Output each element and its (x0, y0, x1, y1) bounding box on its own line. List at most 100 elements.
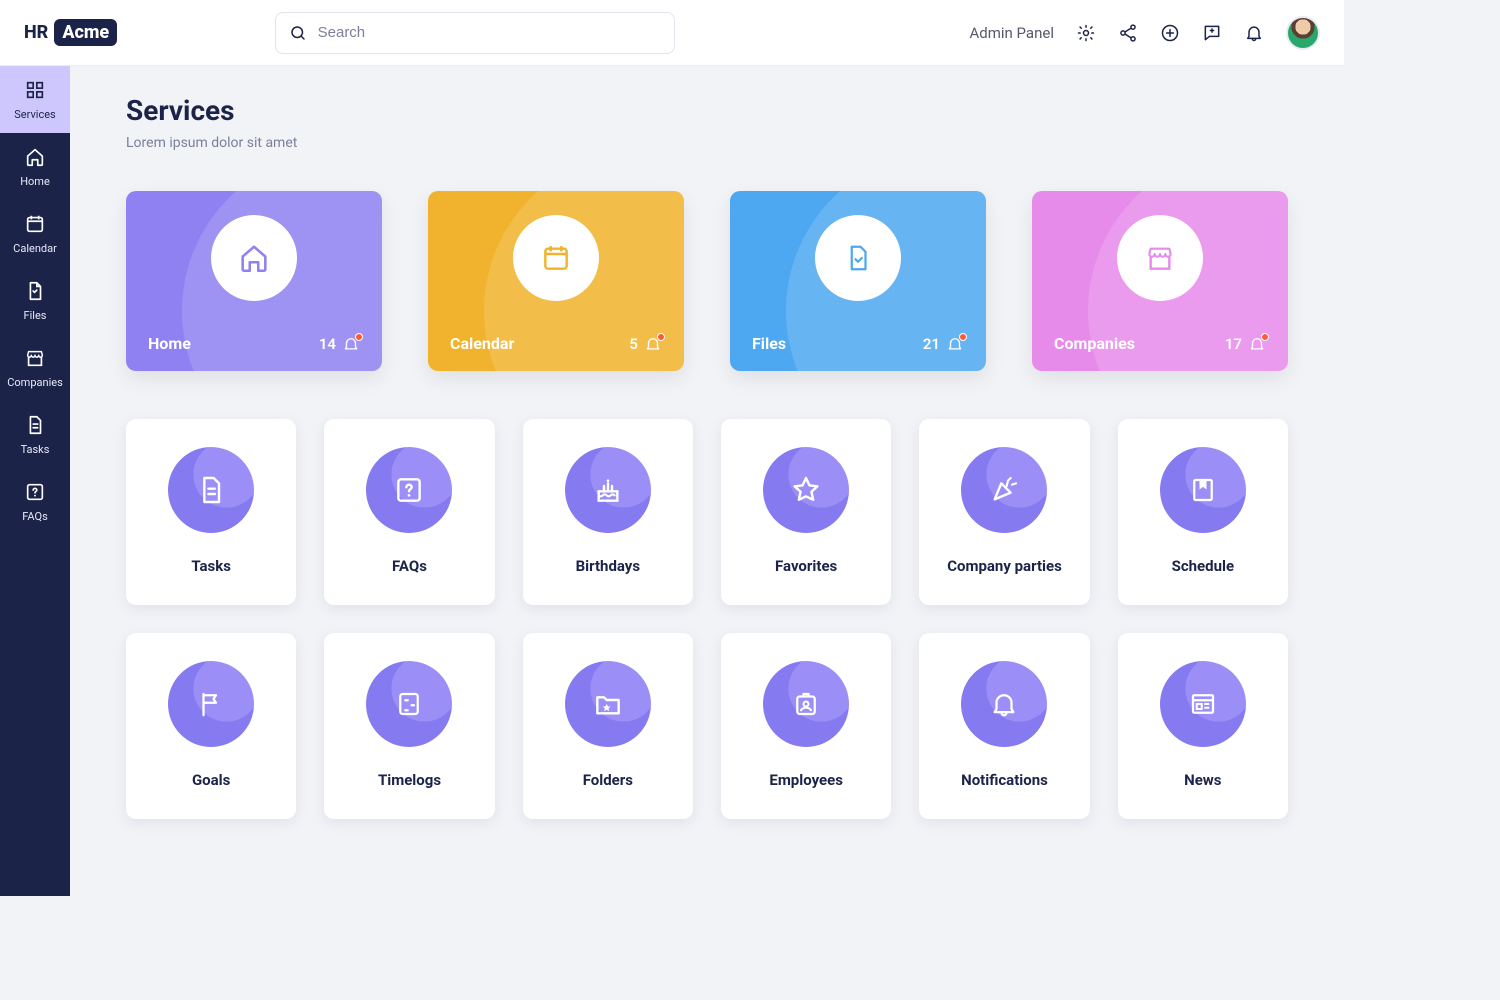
card-label: Schedule (1172, 557, 1234, 575)
party-icon (988, 474, 1020, 506)
sidebar-item-files[interactable]: Files (0, 267, 70, 334)
badge-icon (791, 689, 821, 719)
logo-prefix: HR (24, 22, 48, 43)
header: HR Acme Admin Panel (0, 0, 1344, 66)
card-label: FAQs (392, 557, 427, 575)
card-label: Notifications (961, 771, 1048, 789)
card-favorites[interactable]: Favorites (721, 419, 891, 605)
document-icon (195, 474, 227, 506)
sidebar-item-label: Calendar (13, 242, 57, 255)
card-label: Birthdays (576, 557, 641, 575)
bell-icon[interactable] (1244, 23, 1264, 43)
document-icon (24, 414, 46, 436)
notification-dot (657, 333, 665, 341)
bell-icon (342, 335, 360, 353)
bell-icon (946, 335, 964, 353)
card-birthdays[interactable]: Birthdays (523, 419, 693, 605)
card-label: Folders (583, 771, 633, 789)
card-news[interactable]: News (1118, 633, 1288, 819)
header-actions: Admin Panel (970, 16, 1320, 50)
featured-label: Companies (1054, 334, 1135, 353)
calendar-icon (540, 242, 572, 274)
settings-icon[interactable] (1076, 23, 1096, 43)
sidebar-item-label: Services (14, 108, 55, 121)
bell-icon (1248, 335, 1266, 353)
card-label: Timelogs (378, 771, 441, 789)
sidebar-item-companies[interactable]: Companies (0, 334, 70, 401)
app: HR Acme Admin Panel (0, 0, 1344, 896)
help-icon (393, 474, 425, 506)
card-schedule[interactable]: Schedule (1118, 419, 1288, 605)
calendar-icon (24, 213, 46, 235)
featured-icon-circle (211, 215, 297, 301)
comment-icon[interactable] (1202, 23, 1222, 43)
featured-count: 14 (319, 335, 336, 353)
timelog-icon (394, 689, 424, 719)
sidebar-item-services[interactable]: Services (0, 66, 70, 133)
search-icon (289, 24, 307, 42)
folder-icon (592, 688, 624, 720)
page-subtitle: Lorem ipsum dolor sit amet (126, 135, 1288, 151)
featured-card-home[interactable]: Home 14 (126, 191, 382, 371)
card-label: News (1184, 771, 1221, 789)
home-icon (237, 241, 271, 275)
cake-icon (592, 474, 624, 506)
logo-name: Acme (54, 19, 117, 46)
star-icon (790, 474, 822, 506)
sidebar-item-tasks[interactable]: Tasks (0, 401, 70, 468)
page-title: Services (126, 94, 1288, 127)
featured-row: Home 14 (126, 191, 1288, 371)
card-label: Employees (769, 771, 843, 789)
cards-grid: Tasks FAQs Birthdays Favorites Company p (126, 419, 1288, 819)
home-icon (24, 146, 46, 168)
card-faqs[interactable]: FAQs (324, 419, 494, 605)
sidebar: Services Home Calendar (0, 66, 70, 896)
bell-icon (989, 689, 1019, 719)
notification-dot (355, 333, 363, 341)
featured-count: 21 (923, 335, 940, 353)
file-check-icon (843, 243, 873, 273)
featured-card-calendar[interactable]: Calendar 5 (428, 191, 684, 371)
share-icon[interactable] (1118, 23, 1138, 43)
card-label: Company parties (947, 557, 1062, 575)
featured-label: Files (752, 334, 786, 353)
featured-card-companies[interactable]: Companies 17 (1032, 191, 1288, 371)
admin-panel-link[interactable]: Admin Panel (970, 24, 1054, 42)
featured-icon-circle (815, 215, 901, 301)
featured-label: Home (148, 334, 191, 353)
notification-dot (1261, 333, 1269, 341)
card-company-parties[interactable]: Company parties (919, 419, 1089, 605)
card-notifications[interactable]: Notifications (919, 633, 1089, 819)
flag-icon (196, 689, 226, 719)
card-folders[interactable]: Folders (523, 633, 693, 819)
bell-icon (644, 335, 662, 353)
featured-card-files[interactable]: Files 21 (730, 191, 986, 371)
card-employees[interactable]: Employees (721, 633, 891, 819)
add-icon[interactable] (1160, 23, 1180, 43)
card-tasks[interactable]: Tasks (126, 419, 296, 605)
file-icon (24, 280, 46, 302)
logo: HR Acme (24, 19, 117, 46)
featured-icon-circle (1117, 215, 1203, 301)
card-label: Goals (192, 771, 230, 789)
search-field[interactable] (275, 12, 675, 54)
card-timelogs[interactable]: Timelogs (324, 633, 494, 819)
sidebar-item-label: FAQs (22, 510, 48, 523)
help-icon (24, 481, 46, 503)
avatar[interactable] (1286, 16, 1320, 50)
grid-icon (24, 79, 46, 101)
sidebar-item-faqs[interactable]: FAQs (0, 468, 70, 535)
main: Services Lorem ipsum dolor sit amet Home… (70, 66, 1344, 896)
card-goals[interactable]: Goals (126, 633, 296, 819)
store-icon (1144, 242, 1176, 274)
bookmark-icon (1188, 475, 1218, 505)
sidebar-item-home[interactable]: Home (0, 133, 70, 200)
sidebar-item-label: Home (20, 175, 50, 188)
card-label: Tasks (191, 557, 231, 575)
sidebar-item-label: Companies (7, 376, 63, 389)
featured-count: 5 (629, 335, 638, 353)
sidebar-item-calendar[interactable]: Calendar (0, 200, 70, 267)
news-icon (1188, 689, 1218, 719)
sidebar-item-label: Tasks (21, 443, 50, 456)
search-input[interactable] (275, 12, 675, 54)
